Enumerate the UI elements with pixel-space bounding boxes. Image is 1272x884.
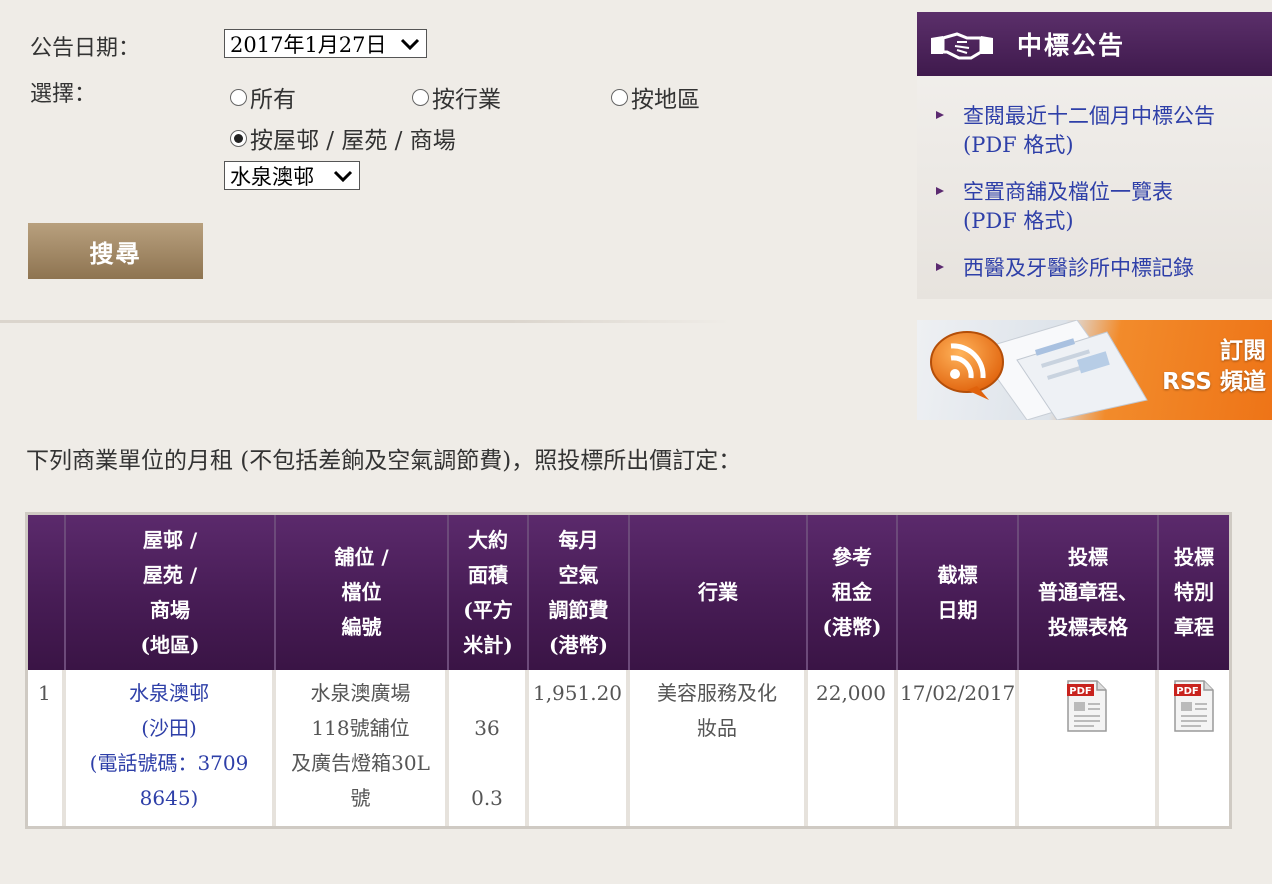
award-notice-panel: 中標公告 查閱最近十二個月中標公告 (PDF 格式) 空置商舖及檔位一覽表 (P… — [917, 12, 1272, 299]
link-line[interactable]: 空置商舖及檔位一覽表 — [963, 178, 1272, 207]
pdf-special-terms-link[interactable]: PDF — [1174, 680, 1214, 743]
radio-all-label: 所有 — [250, 87, 296, 113]
cell-closing-date: 17/02/2017 — [898, 670, 1019, 826]
search-button[interactable]: 搜尋 — [28, 223, 203, 279]
award-notice-header: 中標公告 — [917, 12, 1272, 76]
header-closing-date: 截標 日期 — [898, 515, 1019, 670]
cell-estate: 水泉澳邨 (沙田) (電話號碼：3709 8645) — [66, 670, 276, 826]
cell-special-terms: PDF — [1159, 670, 1229, 826]
radio-all[interactable]: 所有 — [230, 80, 296, 114]
estate-select-value: 水泉澳邨 — [230, 164, 314, 189]
svg-text:PDF: PDF — [1176, 686, 1198, 697]
date-select-value: 2017年1月27日 — [230, 32, 387, 57]
link-line[interactable]: 西醫及牙醫診所中標記錄 — [963, 254, 1272, 283]
radio-by-estate-label: 按屋邨 / 屋苑 / 商場 — [250, 128, 456, 154]
cell-general-terms: PDF — [1019, 670, 1159, 826]
header-trade: 行業 — [630, 515, 808, 670]
header-ac-fee: 每月 空氣 調節費 (港幣) — [529, 515, 630, 670]
link-line[interactable]: 查閱最近十二個月中標公告 — [963, 102, 1272, 131]
header-special-terms: 投標 特別 章程 — [1159, 515, 1229, 670]
results-table-wrapper: 屋邨 / 屋苑 / 商場 (地區) 舖位 / 檔位 編號 大約 面積 (平方 米… — [25, 512, 1232, 829]
link-clinic-awards[interactable]: 西醫及牙醫診所中標記錄 — [917, 254, 1272, 283]
radio-circle[interactable] — [230, 88, 247, 106]
handshake-icon — [931, 32, 993, 60]
estate-select[interactable]: 水泉澳邨 — [224, 161, 360, 190]
radio-by-trade[interactable]: 按行業 — [412, 80, 501, 114]
cell-area: 36 0.3 — [449, 670, 529, 826]
triangle-bullet-icon — [936, 263, 944, 271]
rss-line-subscribe: 訂閱 — [1220, 338, 1266, 364]
radio-circle-checked[interactable] — [230, 129, 247, 147]
cell-shop-number: 水泉澳廣場 118號舖位 及廣告燈箱30L 號 — [276, 670, 449, 826]
rss-line-channel: RSS 頻道 — [1162, 369, 1266, 395]
cell-reference-rent: 22,000 — [808, 670, 898, 826]
radio-by-district-label: 按地區 — [631, 87, 700, 113]
pdf-file-icon: PDF — [1174, 680, 1214, 732]
award-notice-title: 中標公告 — [1017, 31, 1126, 60]
form-divider — [0, 320, 730, 323]
pdf-general-terms-link[interactable]: PDF — [1067, 680, 1107, 743]
date-select[interactable]: 2017年1月27日 — [224, 29, 427, 58]
rss-subscribe-banner[interactable]: 訂閱 RSS 頻道 — [917, 320, 1272, 420]
table-header-row: 屋邨 / 屋苑 / 商場 (地區) 舖位 / 檔位 編號 大約 面積 (平方 米… — [28, 515, 1229, 670]
header-index — [28, 515, 66, 670]
link-vacant-shops-list[interactable]: 空置商舖及檔位一覽表 (PDF 格式) — [917, 178, 1272, 236]
link-line[interactable]: (PDF 格式) — [963, 207, 1272, 236]
choose-label: 選擇： — [30, 82, 97, 107]
results-intro-text: 下列商業單位的月租 (不包括差餉及空氣調節費)，照投標所出價訂定： — [26, 448, 742, 474]
cell-index: 1 — [28, 670, 66, 826]
radio-by-estate[interactable]: 按屋邨 / 屋苑 / 商場 — [230, 121, 456, 155]
header-general-terms: 投標 普通章程、 投標表格 — [1019, 515, 1159, 670]
svg-text:PDF: PDF — [1069, 686, 1091, 697]
link-line[interactable]: (PDF 格式) — [963, 131, 1272, 160]
chevron-down-icon — [327, 170, 353, 182]
radio-by-trade-label: 按行業 — [432, 87, 501, 113]
cell-ac-fee: 1,951.20 — [529, 670, 630, 826]
header-area: 大約 面積 (平方 米計) — [449, 515, 529, 670]
estate-link[interactable]: 水泉澳邨 (沙田) (電話號碼：3709 8645) — [68, 676, 270, 816]
results-table: 屋邨 / 屋苑 / 商場 (地區) 舖位 / 檔位 編號 大約 面積 (平方 米… — [28, 515, 1229, 826]
triangle-bullet-icon — [936, 111, 944, 119]
pdf-file-icon: PDF — [1067, 680, 1107, 732]
link-twelve-month-awards[interactable]: 查閱最近十二個月中標公告 (PDF 格式) — [917, 102, 1272, 160]
cell-trade: 美容服務及化 妝品 — [630, 670, 808, 826]
header-shop-number: 舖位 / 檔位 編號 — [276, 515, 449, 670]
radio-by-district[interactable]: 按地區 — [611, 80, 700, 114]
header-estate: 屋邨 / 屋苑 / 商場 (地區) — [66, 515, 276, 670]
rss-banner-text: 訂閱 RSS 頻道 — [1162, 336, 1266, 398]
chevron-down-icon — [394, 38, 420, 50]
date-label: 公告日期： — [30, 36, 141, 61]
rss-icon — [930, 331, 1004, 400]
table-row: 1 水泉澳邨 (沙田) (電話號碼：3709 8645) 水泉澳廣場 118號舖… — [28, 670, 1229, 826]
award-links: 查閱最近十二個月中標公告 (PDF 格式) 空置商舖及檔位一覽表 (PDF 格式… — [917, 76, 1272, 283]
radio-circle[interactable] — [611, 88, 628, 106]
header-reference-rent: 參考 租金 (港幣) — [808, 515, 898, 670]
radio-circle[interactable] — [412, 88, 429, 106]
triangle-bullet-icon — [936, 187, 944, 195]
